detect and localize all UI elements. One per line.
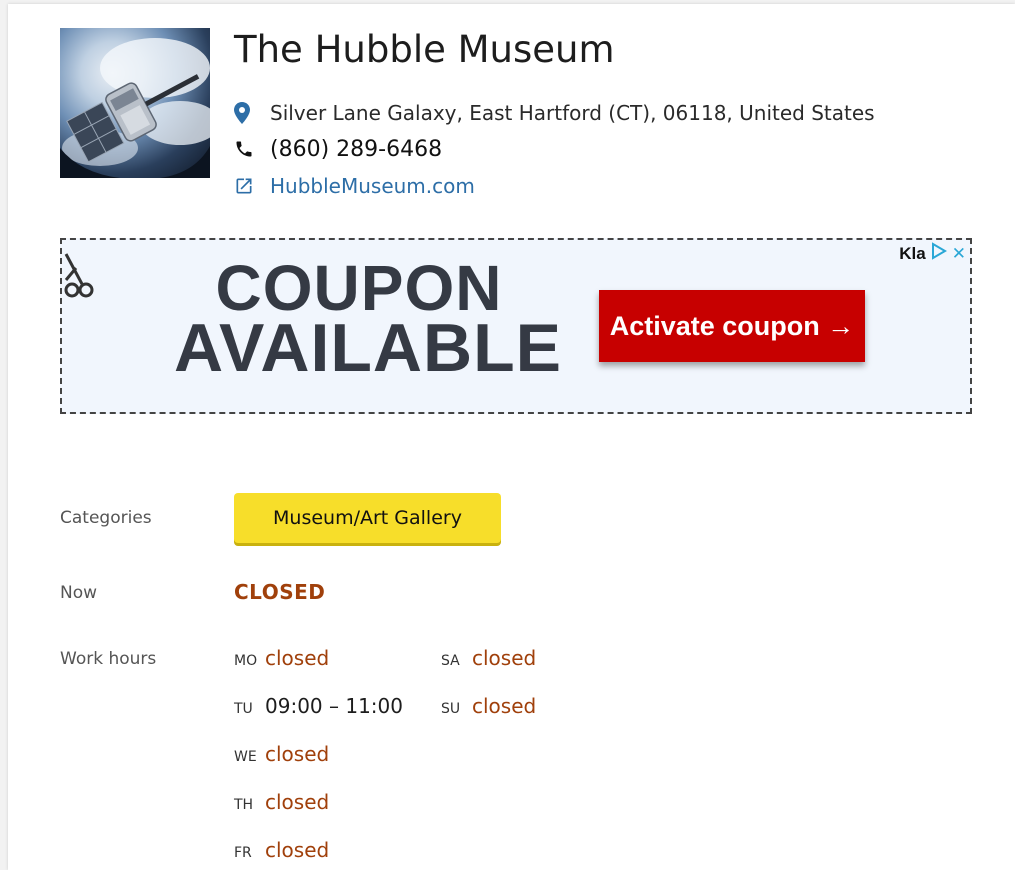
phone-icon xyxy=(234,138,258,160)
coupon-headline-line1: COUPON xyxy=(215,252,503,324)
now-label: Now xyxy=(60,583,98,603)
scissors-icon xyxy=(62,250,98,304)
work-hours-label: Work hours xyxy=(60,649,157,669)
ad-brand-label: Kla xyxy=(899,243,926,263)
address-row: Silver Lane Galaxy, East Hartford (CT), … xyxy=(234,100,875,126)
coupon-headline-line2: AVAILABLE xyxy=(174,310,563,386)
hours-day-th: TH closed xyxy=(234,790,329,814)
categories-label: Categories xyxy=(60,508,152,528)
day-hours: closed xyxy=(472,694,537,718)
day-abbr: SA xyxy=(441,653,460,669)
place-card: The Hubble Museum Silver Lane Galaxy, Ea… xyxy=(8,4,1015,870)
address-text: Silver Lane Galaxy, East Hartford (CT), … xyxy=(270,101,875,125)
hours-day-we: WE closed xyxy=(234,742,329,766)
ad-choices[interactable]: Kla ✕ xyxy=(899,242,966,265)
now-status: CLOSED xyxy=(234,580,326,604)
hours-day-fr: FR closed xyxy=(234,838,329,862)
day-abbr: WE xyxy=(234,749,257,765)
day-hours: closed xyxy=(265,742,330,766)
hours-day-su: SU closed xyxy=(441,694,536,718)
close-icon[interactable]: ✕ xyxy=(952,244,966,264)
day-abbr: TU xyxy=(234,701,253,717)
day-abbr: SU xyxy=(441,701,461,717)
hours-day-mo: MO closed xyxy=(234,646,329,670)
website-link[interactable]: HubbleMuseum.com xyxy=(270,174,475,198)
day-abbr: TH xyxy=(234,797,254,813)
day-hours: closed xyxy=(265,646,330,670)
hours-day-tu: TU 09:00 – 11:00 xyxy=(234,694,403,718)
coupon-ad-banner[interactable]: Kla ✕ COUPON AVAILABLE Activate coupon → xyxy=(60,238,972,414)
phone-number[interactable]: (860) 289-6468 xyxy=(270,137,442,162)
hubble-photo-image xyxy=(60,38,210,178)
phone-row[interactable]: (860) 289-6468 xyxy=(234,136,442,162)
place-title: The Hubble Museum xyxy=(234,28,615,71)
day-abbr: MO xyxy=(234,653,258,669)
coupon-headline: COUPON AVAILABLE xyxy=(174,252,563,386)
website-row[interactable]: HubbleMuseum.com xyxy=(234,173,475,199)
activate-coupon-button[interactable]: Activate coupon → xyxy=(599,290,865,362)
day-hours: closed xyxy=(265,790,330,814)
day-abbr: FR xyxy=(234,845,252,861)
category-button[interactable]: Museum/Art Gallery xyxy=(234,493,501,543)
place-photo[interactable] xyxy=(60,28,210,178)
day-hours: 09:00 – 11:00 xyxy=(265,694,403,718)
day-hours: closed xyxy=(472,646,537,670)
ad-choices-icon[interactable] xyxy=(930,242,948,265)
location-pin-icon xyxy=(234,102,258,124)
external-link-icon xyxy=(234,175,258,197)
day-hours: closed xyxy=(265,838,330,862)
hours-day-sa: SA closed xyxy=(441,646,536,670)
